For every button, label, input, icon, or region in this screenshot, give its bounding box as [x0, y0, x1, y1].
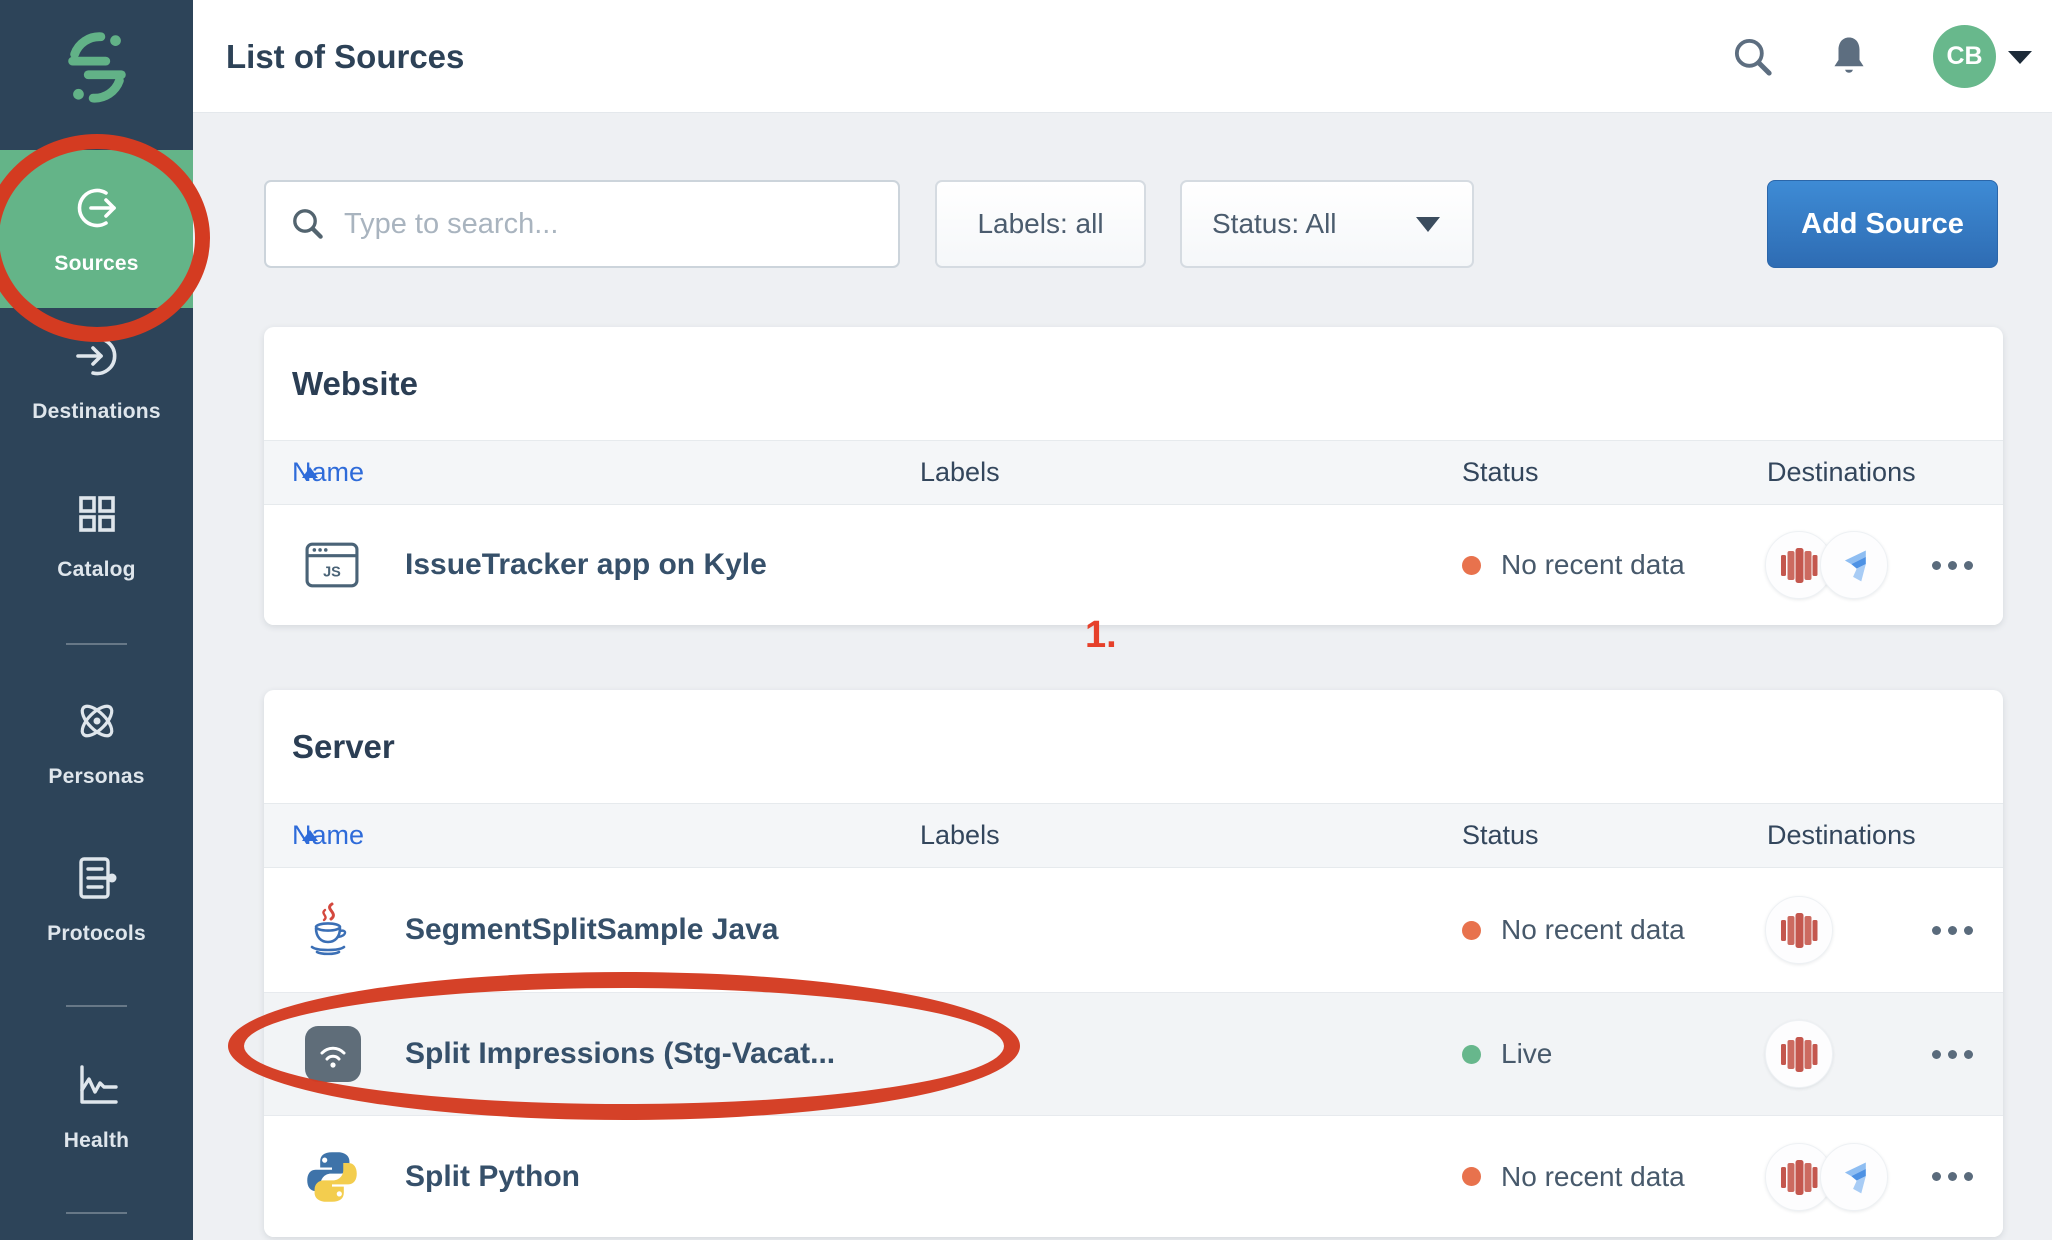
app-window: Sources Destinations Catalog [0, 0, 2052, 1240]
status-dot [1462, 921, 1481, 940]
destinations-icon [71, 330, 123, 387]
java-icon [305, 901, 351, 959]
sidebar-item-personas[interactable]: Personas [0, 695, 193, 789]
table-row[interactable]: Split Python No recent data [264, 1116, 2003, 1237]
destinations-cell [1765, 868, 1833, 992]
page-title: List of Sources [226, 0, 464, 113]
labels-filter-label: Labels: all [977, 208, 1103, 240]
sidebar-item-label: Health [64, 1129, 129, 1153]
javascript-browser-icon: JS [305, 541, 359, 589]
sidebar-item-sources[interactable]: Sources [0, 150, 193, 308]
table-column-headers: Name Labels Status Destinations [264, 803, 2003, 868]
top-header-bar: List of Sources CB [193, 0, 2052, 113]
section-title: Server [292, 690, 395, 803]
add-source-button[interactable]: Add Source [1767, 180, 1998, 268]
sidebar-divider [66, 1212, 127, 1214]
redshift-destination-icon[interactable] [1765, 1020, 1833, 1088]
more-menu-button[interactable] [1930, 868, 1974, 992]
search-icon [290, 206, 326, 242]
sidebar-item-destinations[interactable]: Destinations [0, 330, 193, 424]
source-name[interactable]: SegmentSplitSample Java [405, 868, 778, 992]
source-name[interactable]: Split Impressions (Stg-Vacat... [405, 993, 835, 1115]
sidebar-divider [66, 643, 127, 645]
wifi-beacon-icon [305, 1026, 361, 1082]
table-row[interactable]: Split Impressions (Stg-Vacat... Live [264, 992, 2003, 1116]
search-input[interactable] [344, 184, 898, 264]
stitch-destination-icon[interactable] [1820, 1143, 1888, 1211]
labels-filter-button[interactable]: Labels: all [935, 180, 1146, 268]
server-sources-card: Server Name Labels Status Destinations S [264, 690, 2003, 1237]
user-avatar[interactable]: CB [1933, 25, 1996, 88]
more-menu-button[interactable] [1930, 993, 1974, 1115]
catalog-grid-icon [71, 488, 123, 545]
search-icon[interactable] [1725, 0, 1781, 113]
sidebar-item-catalog[interactable]: Catalog [0, 488, 193, 582]
sidebar-item-label: Catalog [57, 558, 135, 582]
table-row[interactable]: JS IssueTracker app on Kyle No recent da… [264, 505, 2003, 625]
account-menu-caret-icon[interactable] [2005, 0, 2035, 113]
status-text: Live [1501, 1038, 1552, 1070]
section-title: Website [292, 327, 418, 440]
more-menu-button[interactable] [1930, 505, 1974, 625]
sidebar-item-label: Personas [48, 765, 144, 789]
source-search-field[interactable] [264, 180, 900, 268]
sidebar-item-health[interactable]: Health [0, 1059, 193, 1153]
status-dot [1462, 1045, 1481, 1064]
column-header-name[interactable]: Name [292, 441, 318, 504]
redshift-destination-icon[interactable] [1765, 896, 1833, 964]
sidebar-item-label: Destinations [32, 400, 160, 424]
sidebar-divider [66, 1005, 127, 1007]
sidebar: Sources Destinations Catalog [0, 0, 193, 1240]
more-menu-button[interactable] [1930, 1116, 1974, 1237]
notifications-bell-icon[interactable] [1821, 0, 1877, 113]
sidebar-item-label: Protocols [47, 922, 146, 946]
status-dot [1462, 556, 1481, 575]
status-text: No recent data [1501, 549, 1685, 581]
website-sources-card: Website Name Labels Status Destinations … [264, 327, 2003, 625]
status-text: No recent data [1501, 914, 1685, 946]
table-column-headers: Name Labels Status Destinations [264, 440, 2003, 505]
sidebar-item-protocols[interactable]: Protocols [0, 852, 193, 946]
health-pulse-chart-icon [71, 1059, 123, 1116]
status-text: No recent data [1501, 1161, 1685, 1193]
sources-icon [71, 182, 123, 239]
status-filter-label: Status: All [1212, 208, 1337, 240]
column-header-destinations: Destinations [1767, 804, 1916, 867]
column-header-name[interactable]: Name [292, 804, 318, 867]
column-header-status: Status [1462, 441, 1539, 504]
destinations-cell [1765, 505, 1888, 625]
svg-text:JS: JS [323, 564, 341, 580]
stitch-destination-icon[interactable] [1820, 531, 1888, 599]
column-header-labels: Labels [920, 441, 1000, 504]
column-header-status: Status [1462, 804, 1539, 867]
sidebar-item-label: Sources [54, 252, 138, 276]
personas-atom-icon [71, 695, 123, 752]
chevron-down-icon [1416, 217, 1440, 232]
source-name[interactable]: Split Python [405, 1116, 580, 1237]
destinations-cell [1765, 993, 1833, 1115]
destinations-cell [1765, 1116, 1888, 1237]
protocols-icon [71, 852, 123, 909]
segment-logo-icon[interactable] [0, 26, 193, 104]
column-header-destinations: Destinations [1767, 441, 1916, 504]
table-row[interactable]: SegmentSplitSample Java No recent data [264, 868, 2003, 992]
python-icon [305, 1150, 359, 1204]
source-name[interactable]: IssueTracker app on Kyle [405, 505, 767, 625]
status-dot [1462, 1167, 1481, 1186]
column-header-labels: Labels [920, 804, 1000, 867]
status-filter-dropdown[interactable]: Status: All [1180, 180, 1474, 268]
